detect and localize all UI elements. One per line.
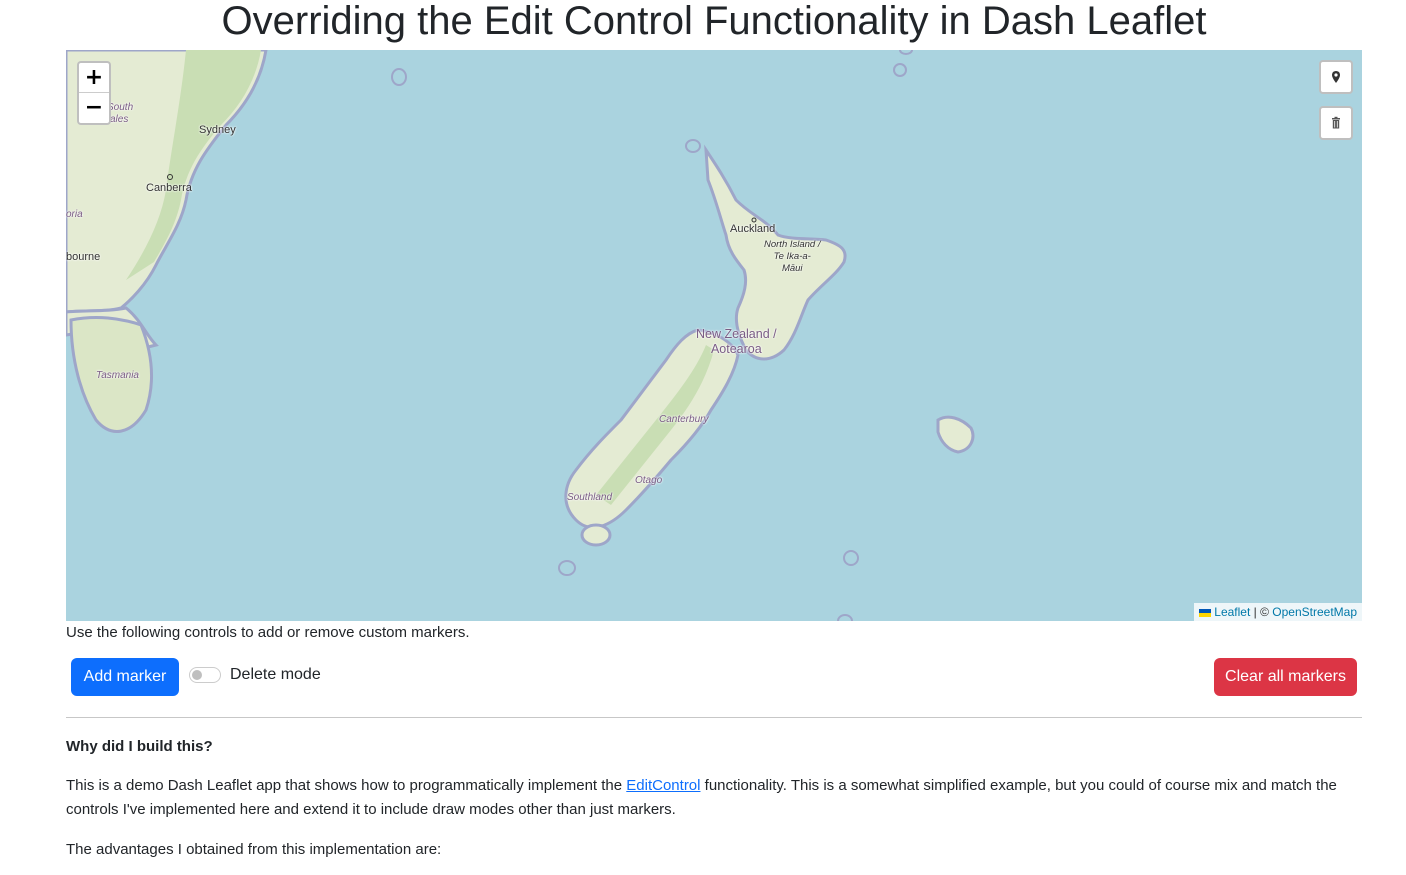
add-marker-button[interactable]: Add marker xyxy=(71,658,179,696)
north-island-line-3: Māui xyxy=(781,263,803,274)
divider xyxy=(66,717,1362,718)
trash-icon xyxy=(1332,116,1340,129)
map-label-new-zealand: New Zealand / Aotearoa xyxy=(696,327,777,357)
delete-mode-label: Delete mode xyxy=(230,666,321,683)
small-island-south xyxy=(558,560,576,576)
draw-marker-button[interactable] xyxy=(1319,60,1353,94)
page-title: Overriding the Edit Control Functionalit… xyxy=(221,0,1207,43)
zoom-out-button[interactable]: − xyxy=(79,93,109,123)
map-label-melbourne: bourne xyxy=(66,251,101,263)
map-label-canberra: Canberra xyxy=(146,182,192,194)
advantages-paragraph: The advantages I obtained from this impl… xyxy=(66,841,442,858)
north-island-line-1: North Island / xyxy=(764,239,821,250)
nz-line-2: Aotearoa xyxy=(710,342,762,356)
attribution-separator: | © xyxy=(1250,605,1273,619)
north-island-line-2: Te Ika-a- xyxy=(773,251,811,262)
map-label-north-island: North Island / Te Ika-a- Māui xyxy=(764,239,821,275)
map-label-southland: Southland xyxy=(567,492,613,503)
leaflet-link[interactable]: Leaflet xyxy=(1214,605,1250,619)
islet-4 xyxy=(843,550,859,566)
delete-layers-button[interactable] xyxy=(1319,106,1353,140)
islet-5 xyxy=(837,614,853,621)
map-label-auckland: Auckland xyxy=(730,223,776,235)
map-label-sydney: Sydney xyxy=(199,124,236,136)
map-label-canterbury: Canterbury xyxy=(659,414,709,425)
osm-link[interactable]: OpenStreetMap xyxy=(1272,605,1357,619)
para1-before: This is a demo Dash Leaflet app that sho… xyxy=(66,777,627,794)
zoom-control: + − xyxy=(77,61,111,125)
islet-1 xyxy=(391,68,407,86)
map-label-otago: Otago xyxy=(635,475,663,486)
map-label-nsw-2: ales xyxy=(110,114,129,125)
map-label-tasmania: Tasmania xyxy=(96,370,139,381)
clear-all-markers-button[interactable]: Clear all markers xyxy=(1214,658,1357,696)
map-marker-icon xyxy=(1332,71,1340,83)
map-attribution: Leaflet | © OpenStreetMap xyxy=(1194,603,1362,621)
section-heading: Why did I build this? xyxy=(66,738,213,755)
intro-paragraph: This is a demo Dash Leaflet app that sho… xyxy=(66,774,1362,822)
editcontrol-link[interactable]: EditControl xyxy=(626,777,700,794)
map[interactable]: South ales Sydney Canberra oria bourne T… xyxy=(66,50,1362,621)
stewart-island xyxy=(580,523,612,547)
map-label-victoria: oria xyxy=(66,209,83,220)
islet-6 xyxy=(899,50,913,55)
toggle-knob xyxy=(192,670,202,680)
nz-line-1: New Zealand / xyxy=(696,327,777,341)
delete-mode-toggle[interactable] xyxy=(189,667,221,683)
islet-3 xyxy=(685,139,701,153)
ukraine-flag-icon xyxy=(1199,608,1212,617)
zoom-in-button[interactable]: + xyxy=(79,63,109,93)
islet-2 xyxy=(893,63,907,77)
chatham-islands xyxy=(936,415,975,454)
controls-intro: Use the following controls to add or rem… xyxy=(66,624,470,641)
